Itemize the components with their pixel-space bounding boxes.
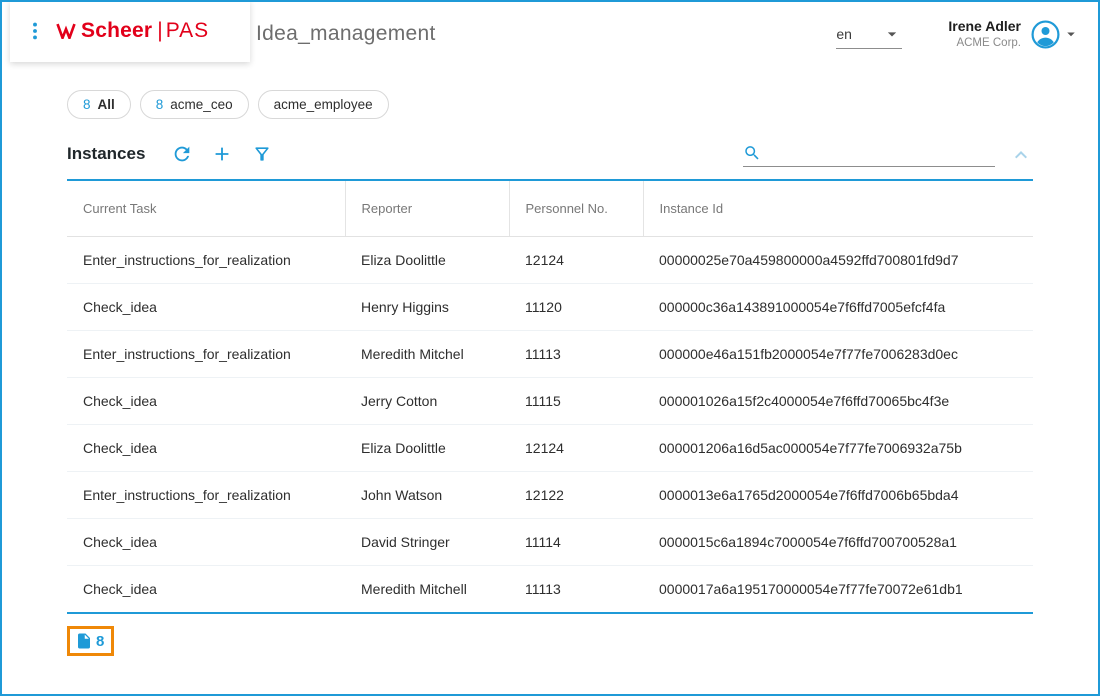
cell-personnel-no: 11113: [509, 331, 643, 378]
cell-current-task: Check_idea: [67, 566, 345, 614]
filter-chip-acme-ceo[interactable]: 8 acme_ceo: [140, 90, 249, 119]
cell-current-task: Check_idea: [67, 425, 345, 472]
table-row[interactable]: Check_idea David Stringer 11114 0000015c…: [67, 519, 1033, 566]
brand-divider: |: [157, 19, 162, 43]
search-area: [743, 142, 1033, 167]
add-instance-button[interactable]: [209, 141, 235, 167]
logo-card: Scheer | PAS: [10, 0, 250, 62]
chip-count: 8: [156, 97, 164, 112]
user-text: Irene Adler ACME Corp.: [948, 18, 1021, 50]
filter-icon: [252, 144, 272, 164]
more-vertical-icon: [24, 20, 46, 42]
table-row[interactable]: Check_idea Meredith Mitchell 11113 00000…: [67, 566, 1033, 614]
scheer-logo-icon: [56, 23, 76, 39]
search-field[interactable]: [743, 142, 995, 167]
cell-reporter: Eliza Doolittle: [345, 425, 509, 472]
instances-table: Current Task Reporter Personnel No. Inst…: [67, 179, 1033, 614]
instances-toolbar: Instances: [2, 119, 1098, 165]
record-count: 8: [96, 633, 104, 650]
table-row[interactable]: Enter_instructions_for_realization Mered…: [67, 331, 1033, 378]
cell-reporter: Eliza Doolittle: [345, 237, 509, 284]
cell-current-task: Check_idea: [67, 519, 345, 566]
search-input[interactable]: [765, 142, 995, 164]
column-header-current-task[interactable]: Current Task: [67, 180, 345, 237]
refresh-icon: [171, 143, 193, 165]
table-row[interactable]: Check_idea Henry Higgins 11120 000000c36…: [67, 284, 1033, 331]
cell-reporter: David Stringer: [345, 519, 509, 566]
user-block: Irene Adler ACME Corp.: [948, 18, 1080, 50]
document-icon: [75, 632, 93, 650]
add-icon: [211, 143, 233, 165]
instances-table-wrap: Current Task Reporter Personnel No. Inst…: [2, 165, 1098, 614]
cell-personnel-no: 11113: [509, 566, 643, 614]
cell-current-task: Check_idea: [67, 378, 345, 425]
cell-personnel-no: 12124: [509, 425, 643, 472]
user-name: Irene Adler: [948, 18, 1021, 36]
column-header-instance-id[interactable]: Instance Id: [643, 180, 1033, 237]
refresh-button[interactable]: [169, 141, 195, 167]
cell-personnel-no: 11120: [509, 284, 643, 331]
filter-chip-all[interactable]: 8 All: [67, 90, 131, 119]
table-row[interactable]: Enter_instructions_for_realization John …: [67, 472, 1033, 519]
table-header-row: Current Task Reporter Personnel No. Inst…: [67, 180, 1033, 237]
user-organization: ACME Corp.: [948, 36, 1021, 50]
table-footer: 8: [2, 614, 1098, 656]
app-window: Scheer | PAS Idea_management en Irene Ad…: [0, 0, 1100, 696]
overflow-menu-button[interactable]: [22, 18, 48, 44]
cell-instance-id: 000000e46a151fb2000054e7f77fe7006283d0ec: [643, 331, 1033, 378]
user-menu-button[interactable]: [1030, 19, 1080, 50]
column-header-reporter[interactable]: Reporter: [345, 180, 509, 237]
language-select[interactable]: en: [836, 19, 902, 49]
cell-instance-id: 0000013e6a1765d2000054e7f6ffd7006b65bda4: [643, 472, 1033, 519]
brand-product: PAS: [166, 19, 209, 43]
chip-label: acme_ceo: [170, 97, 232, 112]
app-header: Scheer | PAS Idea_management en Irene Ad…: [2, 2, 1098, 66]
page-title: Idea_management: [256, 22, 436, 46]
cell-personnel-no: 11115: [509, 378, 643, 425]
search-icon: [743, 143, 761, 163]
cell-current-task: Enter_instructions_for_realization: [67, 237, 345, 284]
cell-instance-id: 0000015c6a1894c7000054e7f6ffd700700528a1: [643, 519, 1033, 566]
cell-instance-id: 000001206a16d5ac000054e7f77fe7006932a75b: [643, 425, 1033, 472]
table-row[interactable]: Check_idea Jerry Cotton 11115 000001026a…: [67, 378, 1033, 425]
table-row[interactable]: Check_idea Eliza Doolittle 12124 0000012…: [67, 425, 1033, 472]
cell-personnel-no: 11114: [509, 519, 643, 566]
chip-count: 8: [83, 97, 91, 112]
filter-chip-acme-employee[interactable]: acme_employee: [258, 90, 389, 119]
chip-label: All: [98, 97, 115, 112]
brand-name: Scheer: [81, 19, 152, 43]
cell-current-task: Enter_instructions_for_realization: [67, 331, 345, 378]
cell-instance-id: 000000c36a143891000054e7f6ffd7005efcf4fa: [643, 284, 1033, 331]
language-value: en: [836, 26, 852, 42]
dropdown-caret-icon: [882, 24, 902, 44]
cell-current-task: Check_idea: [67, 284, 345, 331]
chip-label: acme_employee: [274, 97, 373, 112]
cell-instance-id: 0000017a6a195170000054e7f77fe70072e61db1: [643, 566, 1033, 614]
section-title: Instances: [67, 144, 145, 164]
brand-logo: Scheer | PAS: [56, 19, 209, 43]
cell-reporter: John Watson: [345, 472, 509, 519]
record-count-badge: 8: [67, 626, 114, 656]
column-header-personnel-no[interactable]: Personnel No.: [509, 180, 643, 237]
dropdown-caret-icon: [1062, 25, 1080, 43]
cell-reporter: Meredith Mitchel: [345, 331, 509, 378]
cell-reporter: Henry Higgins: [345, 284, 509, 331]
collapse-panel-button[interactable]: [1009, 143, 1033, 167]
cell-instance-id: 000001026a15f2c4000054e7f6ffd70065bc4f3e: [643, 378, 1033, 425]
header-right: en Irene Adler ACME Corp.: [836, 18, 1080, 50]
cell-reporter: Jerry Cotton: [345, 378, 509, 425]
table-row[interactable]: Enter_instructions_for_realization Eliza…: [67, 237, 1033, 284]
cell-personnel-no: 12124: [509, 237, 643, 284]
cell-current-task: Enter_instructions_for_realization: [67, 472, 345, 519]
collapse-up-icon: [1009, 143, 1033, 167]
filter-button[interactable]: [249, 141, 275, 167]
cell-reporter: Meredith Mitchell: [345, 566, 509, 614]
cell-instance-id: 00000025e70a459800000a4592ffd700801fd9d7: [643, 237, 1033, 284]
filter-chip-bar: 8 All 8 acme_ceo acme_employee: [2, 66, 1098, 119]
cell-personnel-no: 12122: [509, 472, 643, 519]
account-circle-icon: [1030, 19, 1061, 50]
